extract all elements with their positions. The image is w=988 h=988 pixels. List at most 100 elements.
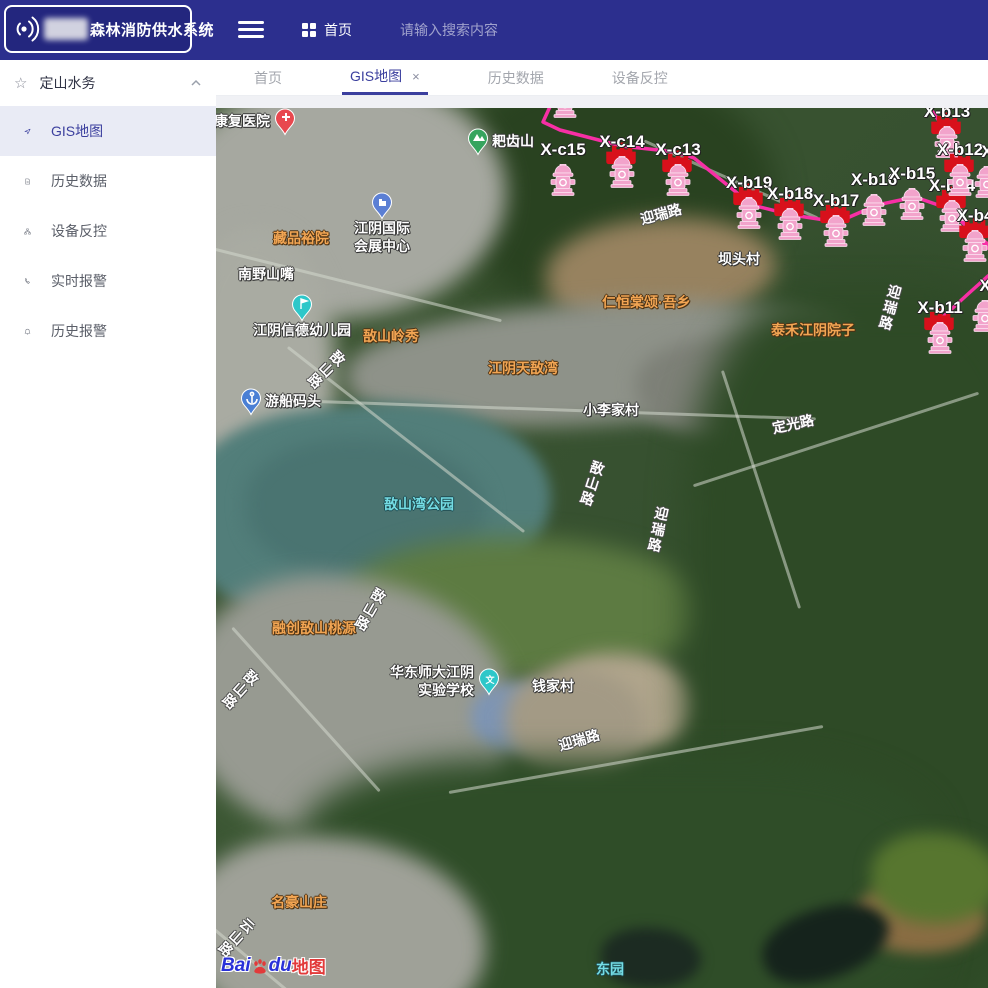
tab-首页[interactable]: 首页 [246, 60, 290, 95]
hydrant-icon [947, 164, 973, 196]
poi-label: 江阴国际 会展中心 [354, 220, 410, 255]
sidebar: ☆ 定山水务 GIS地图历史数据设备反控实时报警历史报警 [0, 60, 216, 988]
document-icon [24, 173, 41, 190]
marker-label: X [981, 142, 988, 162]
poi-dock: 游船码头 [240, 388, 321, 416]
map-place-label: 小李家村 [583, 402, 639, 420]
poi-label: 耙齿山 [492, 133, 534, 151]
tab-label: 设备反控 [612, 68, 668, 88]
marker-label: X-c14 [599, 132, 644, 152]
poi-school: 华东师大江阴 实验学校文 [328, 664, 500, 699]
map-place-label: 敔山湾公园 [384, 496, 454, 514]
map-place-label: 钱家村 [532, 678, 574, 696]
hydrant-icon [552, 108, 578, 118]
tab-bar: 首页 GIS地图 × 历史数据 设备反控 [216, 60, 988, 96]
hydrant-icon [736, 197, 762, 229]
hydrant-marker[interactable] [552, 108, 578, 118]
expo-pin-icon [371, 192, 393, 220]
marker-label: X-b17 [813, 191, 859, 211]
marker-label: X-b13 [924, 108, 970, 122]
map-canvas[interactable]: X-c15X-c14X-c13X-b19X-b18X-b17X-b16X-b15… [216, 108, 988, 988]
hydrant-marker-X-b11[interactable]: X-b11 [927, 312, 953, 354]
hydrant-icon [962, 230, 988, 262]
map-place-label: 仁恒棠颂·吾乡 [602, 294, 691, 312]
marker-label: X [979, 276, 988, 296]
send-icon [24, 123, 41, 140]
hydrant-icon [777, 208, 803, 240]
map-place-label: 藏品裕院 [273, 230, 329, 248]
map-place-label: 南野山嘴 [238, 266, 294, 284]
nav-home[interactable]: 首页 [302, 20, 352, 40]
tab-GIS地图[interactable]: GIS地图 × [342, 60, 428, 95]
hydrant-marker-X[interactable]: X [974, 156, 988, 198]
marker-label: X-b11 [917, 298, 962, 318]
hydrant-icon [899, 188, 925, 220]
map-place-label: 敔山岭秀 [363, 328, 419, 346]
content-gap [216, 96, 988, 108]
map-place-label: 泰禾江阴院子 [771, 322, 855, 340]
hydrant-marker-X-b17[interactable]: X-b17 [823, 205, 849, 247]
sidebar-item-label: 设备反控 [51, 221, 107, 241]
hydrant-marker-X-c15[interactable]: X-c15 [550, 154, 576, 196]
marker-label: X-b18 [767, 184, 813, 204]
poi-mountain: 耙齿山 [467, 128, 534, 156]
tab-历史数据[interactable]: 历史数据 [480, 60, 552, 95]
marker-label: X-c15 [540, 140, 585, 160]
poi-label: 江阴信德幼儿园 [253, 322, 351, 340]
top-header: 森林消防供水系统 首页 请输入搜索内容 [0, 0, 988, 60]
map-place-label: 融创敔山桃源 [272, 620, 356, 638]
chevron-up-icon [190, 77, 202, 89]
hydrant-marker-X-b19[interactable]: X-b19 [736, 187, 762, 229]
sitemap-icon [24, 223, 41, 240]
hydrant-icon [665, 164, 691, 196]
sidebar-item-gis-map[interactable]: GIS地图 [0, 106, 216, 156]
hydrant-icon [972, 300, 988, 332]
sidebar-item-realtime-alarm[interactable]: 实时报警 [0, 256, 216, 306]
hydrant-icon [861, 194, 887, 226]
phone-icon [24, 273, 41, 290]
hydrant-marker-X-b15[interactable]: X-b15 [899, 178, 925, 220]
sidebar-item-device-control[interactable]: 设备反控 [0, 206, 216, 256]
sidebar-item-history-data[interactable]: 历史数据 [0, 156, 216, 206]
grid-icon [302, 23, 316, 37]
hydrant-icon [550, 164, 576, 196]
kindergarten-pin-icon [291, 294, 313, 322]
hydrant-icon [927, 322, 953, 354]
star-icon: ☆ [14, 74, 27, 92]
marker-label: X-b19 [726, 173, 772, 193]
search-input[interactable]: 请输入搜索内容 [400, 20, 600, 40]
school-pin-icon: 文 [478, 668, 500, 696]
hydrant-marker-X-b4[interactable]: X-b4 [962, 220, 988, 262]
hydrant-marker-X-c13[interactable]: X-c13 [665, 154, 691, 196]
map-place-label: 坝头村 [718, 251, 760, 269]
poi-hospital: 林康复医院 [216, 108, 296, 136]
mountain-pin-icon [467, 128, 489, 156]
hydrant-icon [823, 215, 849, 247]
marker-label: X-c13 [655, 140, 700, 160]
tab-设备反控[interactable]: 设备反控 [604, 60, 676, 95]
hydrant-marker-X-c14[interactable]: X-c14 [609, 146, 635, 188]
hydrant-marker-X-b12[interactable]: X-b12 [947, 154, 973, 196]
poi-label: 林康复医院 [216, 113, 270, 131]
sidebar-item-label: 实时报警 [51, 271, 107, 291]
bell-icon [24, 323, 41, 340]
map-place-label: 东园 [596, 961, 624, 979]
sidebar-item-label: 历史数据 [51, 171, 107, 191]
hydrant-marker-X-b16[interactable]: X-b16 [861, 184, 887, 226]
sidebar-group-label: 定山水务 [39, 73, 190, 93]
sidebar-item-history-alarm[interactable]: 历史报警 [0, 306, 216, 356]
sidebar-item-label: GIS地图 [51, 121, 103, 141]
hydrant-marker-X[interactable]: X [972, 290, 988, 332]
sidebar-item-label: 历史报警 [51, 321, 107, 341]
sidebar-group-dingshan[interactable]: ☆ 定山水务 [0, 60, 216, 106]
tab-label: 历史数据 [488, 68, 544, 88]
svg-text:文: 文 [484, 674, 495, 685]
nav-home-label: 首页 [324, 20, 352, 40]
tab-close-icon[interactable]: × [412, 69, 420, 84]
app-title: 森林消防供水系统 [90, 19, 214, 40]
menu-toggle-icon[interactable] [238, 21, 264, 39]
map-place-label: 江阴天敔湾 [488, 360, 558, 378]
hydrant-marker-X-b18[interactable]: X-b18 [777, 198, 803, 240]
poi-expo: 江阴国际 会展中心 [322, 192, 442, 255]
tab-label: GIS地图 [350, 66, 402, 86]
